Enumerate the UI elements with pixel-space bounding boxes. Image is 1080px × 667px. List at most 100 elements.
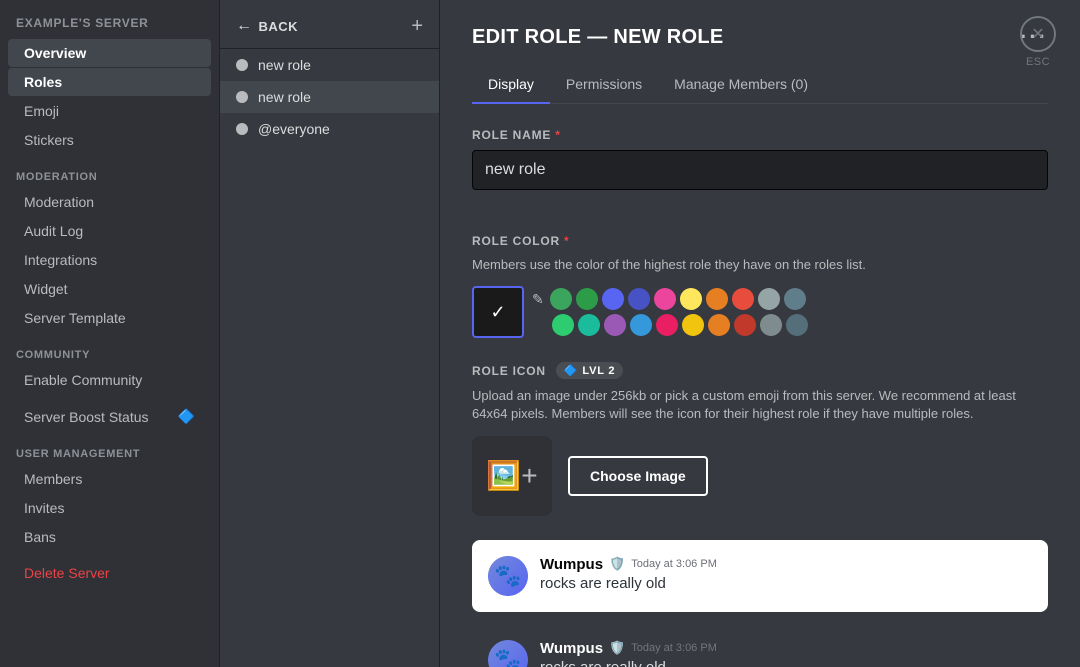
color-swatch[interactable] (734, 314, 756, 336)
color-swatch[interactable] (786, 314, 808, 336)
message-timestamp: Today at 3:06 PM (631, 558, 717, 570)
color-swatch[interactable] (758, 288, 780, 310)
pencil-icon[interactable]: ✎ (532, 291, 544, 308)
role-icon-badge: 🛡️ (609, 640, 625, 656)
message-text: rocks are really old (540, 575, 1032, 592)
moderation-section-label: MODERATION (0, 155, 219, 187)
message-username: Wumpus (540, 640, 603, 657)
message-header: Wumpus 🛡️ Today at 3:06 PM (540, 556, 1032, 573)
message-preview-dark: 🐾 Wumpus 🛡️ Today at 3:06 PM rocks are r… (472, 624, 1048, 667)
role-color-dot (236, 91, 248, 103)
color-swatch[interactable] (602, 288, 624, 310)
sidebar-item-overview[interactable]: Overview (8, 39, 211, 67)
role-icon-desc: Upload an image under 256kb or pick a cu… (472, 387, 1048, 423)
esc-icon: ✕ (1020, 16, 1056, 52)
avatar: 🐾 (488, 556, 528, 596)
sidebar-item-stickers[interactable]: Stickers (8, 126, 211, 154)
lvl-badge: 🔷 LVL 2 (556, 362, 623, 379)
color-swatch[interactable] (784, 288, 806, 310)
user-management-section-label: USER MANAGEMENT (0, 432, 219, 464)
avatar-image: 🐾 (488, 640, 528, 667)
color-swatch[interactable] (578, 314, 600, 336)
icon-upload-row: 🖼️+ Choose Image (472, 436, 1048, 516)
role-color-section: ROLE COLOR * Members use the color of th… (472, 234, 1048, 338)
back-button[interactable]: ← BACK (236, 17, 298, 35)
required-indicator: * (555, 128, 560, 142)
color-swatch[interactable] (682, 314, 704, 336)
sidebar-item-enable-community[interactable]: Enable Community (8, 366, 211, 394)
sidebar-item-members[interactable]: Members (8, 465, 211, 493)
choose-image-button[interactable]: Choose Image (568, 456, 708, 496)
sidebar-item-server-boost[interactable]: Server Boost Status 🔷 (8, 402, 211, 431)
color-swatch[interactable] (708, 314, 730, 336)
sidebar-item-widget[interactable]: Widget (8, 275, 211, 303)
message-content: Wumpus 🛡️ Today at 3:06 PM rocks are rea… (540, 556, 1032, 592)
role-color-dot (236, 59, 248, 71)
color-swatch[interactable] (680, 288, 702, 310)
sidebar-item-moderation[interactable]: Moderation (8, 188, 211, 216)
sidebar-item-server-template[interactable]: Server Template (8, 304, 211, 332)
color-swatch[interactable] (604, 314, 626, 336)
esc-button[interactable]: ✕ ESC (1020, 16, 1056, 68)
message-text: rocks are really old (540, 659, 1032, 667)
server-name: EXAMPLE'S SERVER (0, 16, 219, 38)
color-swatch[interactable] (552, 314, 574, 336)
tab-manage-members[interactable]: Manage Members (0) (658, 66, 824, 104)
icon-upload-area[interactable]: 🖼️+ (472, 436, 552, 516)
message-preview-light: 🐾 Wumpus 🛡️ Today at 3:06 PM rocks are r… (472, 540, 1048, 612)
image-add-icon: 🖼️+ (486, 459, 537, 492)
color-swatches: ✎ (532, 288, 808, 336)
color-picker: ✓ ✎ (472, 286, 1048, 338)
color-swatch[interactable] (630, 314, 652, 336)
role-color-dot (236, 123, 248, 135)
color-swatch[interactable] (656, 314, 678, 336)
color-swatch[interactable] (760, 314, 782, 336)
main-content: EDIT ROLE — NEW ROLE ··· Display Permiss… (440, 0, 1080, 667)
role-list-item[interactable]: new role (220, 49, 439, 81)
tab-display[interactable]: Display (472, 66, 550, 104)
role-icon-section: ROLE ICON 🔷 LVL 2 Upload an image under … (472, 362, 1048, 515)
color-swatch[interactable] (576, 288, 598, 310)
sidebar-item-invites[interactable]: Invites (8, 494, 211, 522)
boost-icon: 🔷 (178, 408, 195, 425)
message-header: Wumpus 🛡️ Today at 3:06 PM (540, 640, 1032, 657)
add-role-button[interactable]: + (411, 16, 423, 36)
sidebar-item-emoji[interactable]: Emoji (8, 97, 211, 125)
selected-color-swatch[interactable]: ✓ (472, 286, 524, 338)
tab-bar: Display Permissions Manage Members (0) (472, 66, 1048, 104)
message-username: Wumpus (540, 556, 603, 573)
boost-icon-small: 🔷 (564, 364, 579, 377)
sidebar-item-integrations[interactable]: Integrations (8, 246, 211, 274)
role-icon-label: ROLE ICON 🔷 LVL 2 (472, 362, 1048, 379)
role-everyone-item[interactable]: @everyone (220, 113, 439, 145)
esc-label: ESC (1026, 56, 1050, 68)
role-list-item[interactable]: new role (220, 81, 439, 113)
role-color-desc: Members use the color of the highest rol… (472, 256, 1048, 274)
role-icon-badge: 🛡️ (609, 556, 625, 572)
main-header: EDIT ROLE — NEW ROLE ··· (472, 24, 1048, 50)
role-name-section: ROLE NAME * (472, 128, 1048, 210)
sidebar: EXAMPLE'S SERVER Overview Roles Emoji St… (0, 0, 220, 667)
sidebar-item-roles[interactable]: Roles (8, 68, 211, 96)
tab-permissions[interactable]: Permissions (550, 66, 658, 104)
community-section-label: COMMUNITY (0, 333, 219, 365)
role-color-label: ROLE COLOR * (472, 234, 1048, 248)
color-swatch-row-2 (532, 314, 808, 336)
role-name-input[interactable] (472, 150, 1048, 190)
color-swatch[interactable] (628, 288, 650, 310)
message-timestamp: Today at 3:06 PM (631, 642, 717, 654)
sidebar-item-delete-server[interactable]: Delete Server (8, 559, 211, 587)
color-swatch[interactable] (732, 288, 754, 310)
avatar-image: 🐾 (488, 556, 528, 596)
color-swatch[interactable] (706, 288, 728, 310)
sidebar-item-audit-log[interactable]: Audit Log (8, 217, 211, 245)
sidebar-item-bans[interactable]: Bans (8, 523, 211, 551)
color-swatch[interactable] (654, 288, 676, 310)
page-title: EDIT ROLE — NEW ROLE (472, 26, 724, 49)
avatar: 🐾 (488, 640, 528, 667)
color-swatch-row-1: ✎ (532, 288, 808, 310)
color-swatch[interactable] (550, 288, 572, 310)
back-arrow-icon: ← (236, 17, 253, 35)
check-icon: ✓ (490, 302, 505, 323)
role-name-label: ROLE NAME * (472, 128, 1048, 142)
